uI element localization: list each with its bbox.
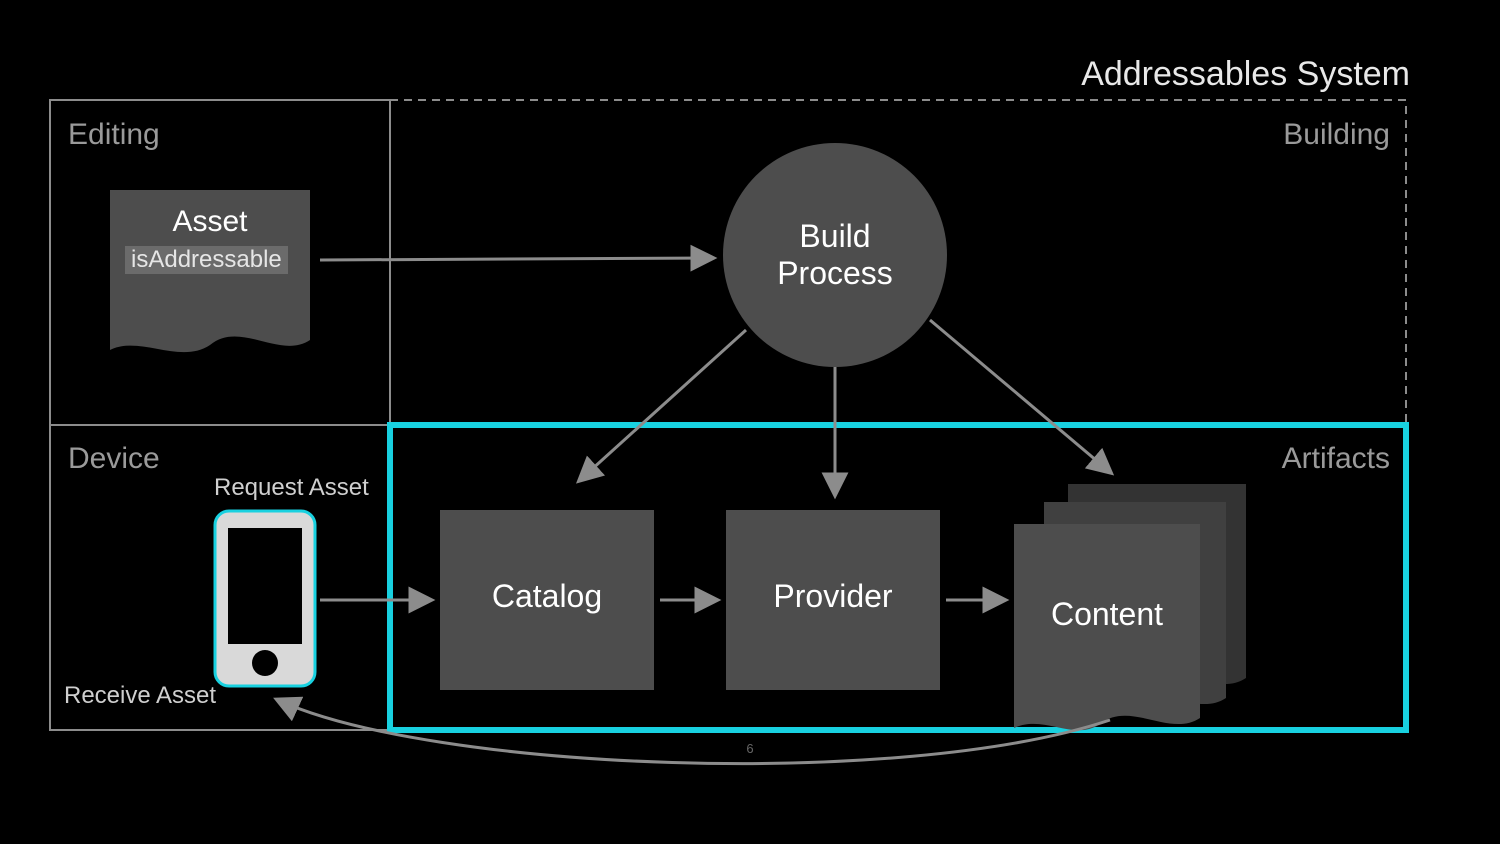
editing-label: Editing [68,118,160,152]
building-label: Building [1283,118,1390,152]
device-label: Device [68,442,160,476]
asset-title: Asset [110,205,310,239]
receive-asset-label: Receive Asset [64,682,216,710]
artifacts-label: Artifacts [1282,442,1390,476]
diagram-canvas [0,0,1500,844]
diagram-stage: Addressables System [0,0,1500,844]
catalog-label: Catalog [440,578,654,615]
phone-icon [215,511,315,686]
content-label: Content [1014,596,1200,633]
build-process-label: Build Process [735,218,935,292]
provider-label: Provider [726,578,940,615]
arrow-build-to-content [930,320,1110,472]
slide-number: 6 [0,741,1500,756]
request-asset-label: Request Asset [214,474,369,502]
arrow-asset-to-build [320,258,712,260]
arrow-build-to-catalog [580,330,746,480]
asset-tag: isAddressable [125,246,288,274]
